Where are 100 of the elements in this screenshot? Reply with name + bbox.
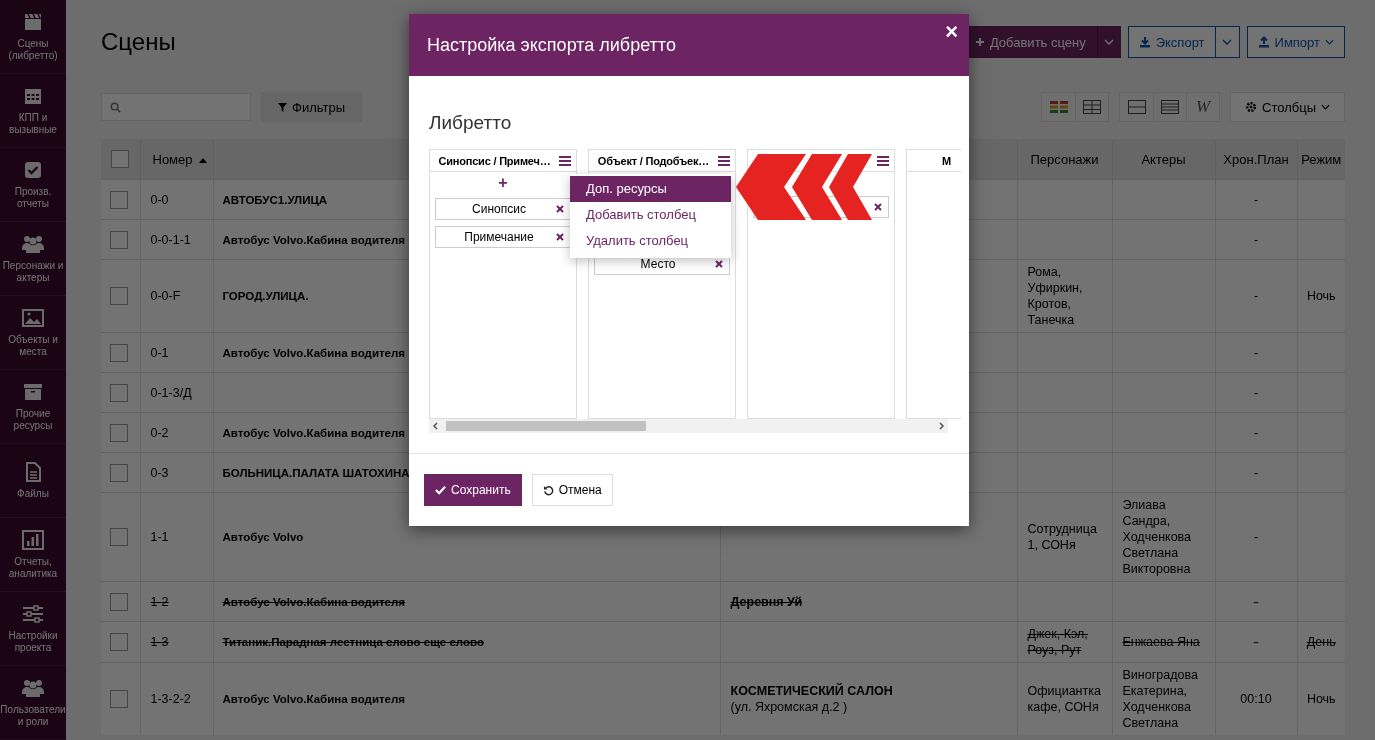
scene-title: БОЛЬНИЦА.ПАЛАТА ШАТОХИНА: [222, 466, 410, 479]
people-icon: [21, 234, 45, 254]
menu-icon[interactable]: [559, 155, 571, 166]
scroll-left-icon[interactable]: [432, 422, 438, 430]
chron-plan-text: -: [1253, 192, 1259, 207]
remove-icon[interactable]: [715, 260, 723, 268]
scene-number: 0-1: [150, 345, 169, 360]
check-icon: [435, 485, 446, 495]
scene-title: Автобус Volvo.Кабина водителя: [222, 426, 405, 439]
scene-title: ГОРОД.УЛИЦА.: [222, 290, 309, 302]
scene-number: 0-2: [150, 425, 169, 440]
column-title: М: [941, 154, 952, 167]
filters-button[interactable]: Фильтры: [261, 92, 362, 122]
remove-icon[interactable]: [874, 203, 882, 211]
chron-plan-text: -: [1253, 425, 1259, 440]
scene-title: АВТОБУС1.УЛИЦА: [222, 193, 328, 206]
chron-plan-text: -: [1253, 289, 1259, 303]
row-checkbox[interactable]: [110, 592, 128, 611]
remove-icon[interactable]: [556, 205, 564, 213]
add-button[interactable]: +: [494, 174, 512, 192]
menu-item[interactable]: Доп. ресурсы: [570, 176, 731, 202]
chron-plan-text: -: [1253, 232, 1259, 247]
cancel-button[interactable]: Отмена: [531, 474, 613, 506]
chron-plan-text: -: [1253, 465, 1259, 480]
menu-icon[interactable]: [718, 155, 730, 166]
caret-icon: [1103, 39, 1114, 45]
lines-icon: [1161, 100, 1180, 114]
export-button[interactable]: Экспорт: [1127, 26, 1216, 58]
scroll-right-icon[interactable]: [939, 422, 945, 430]
row-checkbox[interactable]: [110, 423, 128, 442]
row-checkbox[interactable]: [110, 633, 128, 651]
clapperboard-icon: [23, 12, 43, 32]
upload-icon: [1257, 36, 1270, 48]
download-icon: [1138, 36, 1151, 48]
chron-plan-text: 00:10: [1240, 692, 1272, 706]
caret-icon: [1321, 104, 1330, 110]
mode-text: День: [1306, 635, 1336, 649]
scene-number: 0-0-1-1: [150, 232, 191, 247]
horizontal-scrollbar[interactable]: [429, 419, 948, 433]
scene-number: 0-0-F: [150, 289, 181, 303]
row-checkbox[interactable]: [110, 463, 128, 482]
select-all-checkbox[interactable]: [111, 150, 130, 168]
scene-number: 0-1-3/Д: [150, 385, 192, 400]
people-icon: [21, 678, 45, 698]
dialog-title: Настройка экспорта либретто: [427, 34, 676, 56]
calendar-icon: [23, 86, 43, 106]
actors-text: Виноградова Екатерина, Ходченкова Светлана: [1122, 668, 1198, 730]
row-checkbox[interactable]: [110, 690, 128, 708]
caret-icon: [1222, 39, 1233, 45]
field-chip: Примечание: [435, 226, 571, 248]
row-checkbox[interactable]: [110, 190, 128, 209]
rows-icon: [1127, 100, 1146, 114]
chron-plan-text: -: [1253, 385, 1259, 400]
undo-icon: [542, 484, 554, 496]
dropdown-button[interactable]: [1096, 26, 1121, 58]
location-name: КОСМЕТИЧЕСКИЙ САЛОН: [730, 683, 894, 699]
characters-text: Рома, Уфиркин, Кротов, Танечка: [1027, 265, 1083, 327]
row-checkbox[interactable]: [110, 230, 128, 249]
section-heading: Либретто: [429, 112, 513, 134]
close-button[interactable]: ×: [942, 22, 961, 42]
caret-icon: [1325, 39, 1334, 45]
scene-title: Автобус Volvo.Кабина водителя: [222, 233, 405, 246]
checkbox-icon: [23, 160, 43, 180]
menu-icon[interactable]: [877, 155, 889, 166]
chron-plan-text: -: [1253, 345, 1259, 360]
dropdown-button[interactable]: [1215, 26, 1240, 58]
import-button[interactable]: Импорт: [1246, 26, 1345, 58]
actors-text: Элиава Сандра, Ходченкова Светлана Викторовна: [1122, 498, 1192, 576]
menu-item[interactable]: Добавить столбец: [570, 202, 731, 228]
search-field[interactable]: [101, 93, 251, 121]
scene-title: Титаник.Парадная лестница слово еще слово: [222, 636, 484, 648]
row-checkbox[interactable]: [110, 343, 128, 362]
field-chip: Синопсис: [435, 198, 571, 220]
column-title: Объект / Подобъек…: [596, 154, 711, 167]
table-icon: [1083, 100, 1102, 114]
row-checkbox[interactable]: [110, 528, 128, 546]
columns-button[interactable]: Столбцы: [1230, 92, 1345, 122]
page-title: Сцены: [101, 28, 176, 56]
archive-box-icon: [23, 382, 43, 402]
image-icon: [22, 308, 44, 328]
location-address: (ул. Яхромская д.2 ): [730, 699, 849, 715]
scene-number: 0-0: [150, 192, 169, 207]
row-checkbox[interactable]: [110, 383, 128, 402]
save-button[interactable]: Сохранить: [424, 474, 522, 506]
menu-item[interactable]: Удалить столбец: [570, 228, 731, 254]
characters-text: Официантка кафе, СОНя: [1027, 684, 1101, 714]
scene-number: 1-3-2-2: [150, 692, 191, 706]
column-header[interactable]: Актеры: [1141, 151, 1186, 167]
bar-chart-icon: [22, 530, 44, 550]
chron-plan-text: -: [1253, 594, 1259, 609]
plus-icon: [974, 37, 985, 47]
row-checkbox[interactable]: [110, 287, 128, 305]
gear-icon: [1245, 101, 1258, 113]
characters-text: Джек, Кэл, Роуз, Рут: [1027, 627, 1088, 657]
remove-icon[interactable]: [556, 233, 564, 241]
scene-number: 0-3: [150, 465, 169, 480]
location-name: Деревня Уй: [730, 593, 804, 610]
sliders-icon: [22, 604, 44, 624]
color-bars-icon: [1049, 101, 1068, 113]
mode-text: Ночь: [1306, 289, 1336, 303]
